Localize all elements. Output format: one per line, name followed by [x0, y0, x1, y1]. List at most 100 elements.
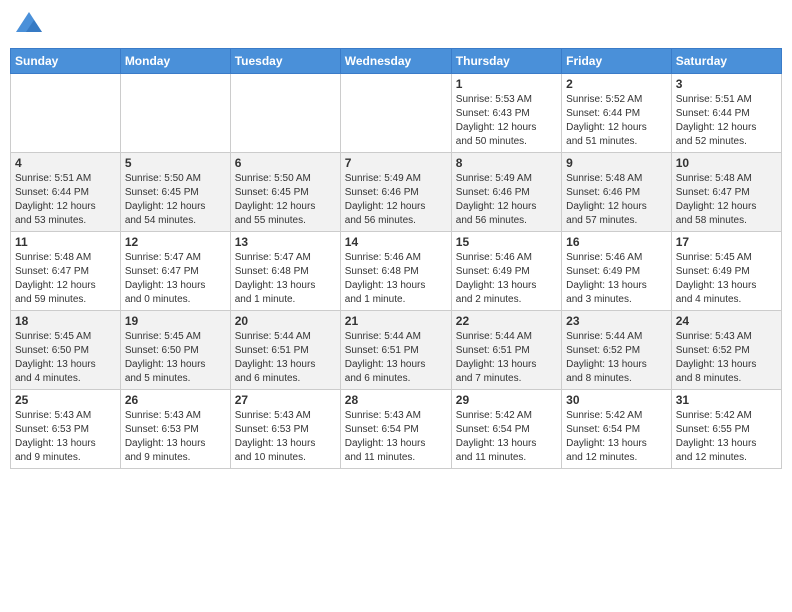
day-number: 28 [345, 393, 447, 407]
day-number: 11 [15, 235, 116, 249]
page-header [10, 10, 782, 40]
calendar-day-cell: 5 Sunrise: 5:50 AM Sunset: 6:45 PM Daylig… [120, 153, 230, 232]
day-info: Sunrise: 5:46 AM Sunset: 6:49 PM Dayligh… [456, 251, 557, 307]
calendar-day-cell: 21 Sunrise: 5:44 AM Sunset: 6:51 PM Dayli… [340, 311, 451, 390]
day-number: 30 [566, 393, 667, 407]
day-info: Sunrise: 5:43 AM Sunset: 6:52 PM Dayligh… [676, 330, 777, 386]
logo-icon [14, 10, 44, 40]
calendar-day-cell: 7 Sunrise: 5:49 AM Sunset: 6:46 PM Daylig… [340, 153, 451, 232]
day-info: Sunrise: 5:44 AM Sunset: 6:52 PM Dayligh… [566, 330, 667, 386]
calendar-day-cell: 28 Sunrise: 5:43 AM Sunset: 6:54 PM Dayli… [340, 390, 451, 469]
day-info: Sunrise: 5:52 AM Sunset: 6:44 PM Dayligh… [566, 93, 667, 149]
calendar-day-cell: 15 Sunrise: 5:46 AM Sunset: 6:49 PM Dayli… [451, 232, 561, 311]
day-info: Sunrise: 5:46 AM Sunset: 6:48 PM Dayligh… [345, 251, 447, 307]
calendar-day-cell: 23 Sunrise: 5:44 AM Sunset: 6:52 PM Dayli… [562, 311, 672, 390]
day-info: Sunrise: 5:43 AM Sunset: 6:53 PM Dayligh… [125, 409, 226, 465]
weekday-header-wednesday: Wednesday [340, 49, 451, 74]
calendar-day-cell: 2 Sunrise: 5:52 AM Sunset: 6:44 PM Daylig… [562, 74, 672, 153]
logo [14, 10, 48, 40]
calendar-day-cell: 6 Sunrise: 5:50 AM Sunset: 6:45 PM Daylig… [230, 153, 340, 232]
day-info: Sunrise: 5:42 AM Sunset: 6:54 PM Dayligh… [456, 409, 557, 465]
day-number: 18 [15, 314, 116, 328]
calendar-week-5: 25 Sunrise: 5:43 AM Sunset: 6:53 PM Dayli… [11, 390, 782, 469]
day-info: Sunrise: 5:49 AM Sunset: 6:46 PM Dayligh… [345, 172, 447, 228]
day-info: Sunrise: 5:51 AM Sunset: 6:44 PM Dayligh… [676, 93, 777, 149]
day-info: Sunrise: 5:42 AM Sunset: 6:54 PM Dayligh… [566, 409, 667, 465]
calendar-week-3: 11 Sunrise: 5:48 AM Sunset: 6:47 PM Dayli… [11, 232, 782, 311]
day-number: 26 [125, 393, 226, 407]
day-number: 10 [676, 156, 777, 170]
calendar-day-cell: 3 Sunrise: 5:51 AM Sunset: 6:44 PM Daylig… [671, 74, 781, 153]
calendar-day-cell: 9 Sunrise: 5:48 AM Sunset: 6:46 PM Daylig… [562, 153, 672, 232]
day-number: 5 [125, 156, 226, 170]
day-number: 14 [345, 235, 447, 249]
day-number: 8 [456, 156, 557, 170]
day-info: Sunrise: 5:43 AM Sunset: 6:53 PM Dayligh… [15, 409, 116, 465]
calendar-week-2: 4Sunrise: 5:51 AM Sunset: 6:44 PM Daylig… [11, 153, 782, 232]
calendar-day-cell: 4Sunrise: 5:51 AM Sunset: 6:44 PM Daylig… [11, 153, 121, 232]
day-number: 24 [676, 314, 777, 328]
day-number: 12 [125, 235, 226, 249]
day-number: 15 [456, 235, 557, 249]
day-number: 23 [566, 314, 667, 328]
calendar-day-cell: 10 Sunrise: 5:48 AM Sunset: 6:47 PM Dayli… [671, 153, 781, 232]
day-info: Sunrise: 5:44 AM Sunset: 6:51 PM Dayligh… [345, 330, 447, 386]
weekday-header-saturday: Saturday [671, 49, 781, 74]
day-number: 21 [345, 314, 447, 328]
day-info: Sunrise: 5:48 AM Sunset: 6:47 PM Dayligh… [676, 172, 777, 228]
weekday-header-friday: Friday [562, 49, 672, 74]
weekday-header-tuesday: Tuesday [230, 49, 340, 74]
calendar-day-cell: 13 Sunrise: 5:47 AM Sunset: 6:48 PM Dayli… [230, 232, 340, 311]
day-info: Sunrise: 5:48 AM Sunset: 6:46 PM Dayligh… [566, 172, 667, 228]
weekday-header-monday: Monday [120, 49, 230, 74]
day-number: 13 [235, 235, 336, 249]
calendar-day-cell: 18 Sunrise: 5:45 AM Sunset: 6:50 PM Dayli… [11, 311, 121, 390]
day-number: 2 [566, 77, 667, 91]
day-info: Sunrise: 5:47 AM Sunset: 6:48 PM Dayligh… [235, 251, 336, 307]
calendar-day-cell: 22Sunrise: 5:44 AM Sunset: 6:51 PM Dayli… [451, 311, 561, 390]
day-number: 29 [456, 393, 557, 407]
calendar-day-cell: 31 Sunrise: 5:42 AM Sunset: 6:55 PM Dayli… [671, 390, 781, 469]
calendar-day-cell: 1Sunrise: 5:53 AM Sunset: 6:43 PM Daylig… [451, 74, 561, 153]
calendar-day-cell: 29 Sunrise: 5:42 AM Sunset: 6:54 PM Dayli… [451, 390, 561, 469]
calendar-week-4: 18 Sunrise: 5:45 AM Sunset: 6:50 PM Dayli… [11, 311, 782, 390]
day-number: 4 [15, 156, 116, 170]
day-info: Sunrise: 5:46 AM Sunset: 6:49 PM Dayligh… [566, 251, 667, 307]
calendar-day-cell: 17Sunrise: 5:45 AM Sunset: 6:49 PM Dayli… [671, 232, 781, 311]
day-info: Sunrise: 5:44 AM Sunset: 6:51 PM Dayligh… [235, 330, 336, 386]
weekday-header-thursday: Thursday [451, 49, 561, 74]
calendar-day-cell [340, 74, 451, 153]
day-number: 6 [235, 156, 336, 170]
day-info: Sunrise: 5:43 AM Sunset: 6:53 PM Dayligh… [235, 409, 336, 465]
day-number: 27 [235, 393, 336, 407]
calendar-week-1: 1Sunrise: 5:53 AM Sunset: 6:43 PM Daylig… [11, 74, 782, 153]
day-info: Sunrise: 5:49 AM Sunset: 6:46 PM Dayligh… [456, 172, 557, 228]
calendar-day-cell [230, 74, 340, 153]
calendar-day-cell: 27 Sunrise: 5:43 AM Sunset: 6:53 PM Dayli… [230, 390, 340, 469]
day-info: Sunrise: 5:48 AM Sunset: 6:47 PM Dayligh… [15, 251, 116, 307]
day-number: 3 [676, 77, 777, 91]
day-number: 25 [15, 393, 116, 407]
day-number: 9 [566, 156, 667, 170]
day-info: Sunrise: 5:43 AM Sunset: 6:54 PM Dayligh… [345, 409, 447, 465]
day-info: Sunrise: 5:42 AM Sunset: 6:55 PM Dayligh… [676, 409, 777, 465]
day-number: 31 [676, 393, 777, 407]
day-info: Sunrise: 5:45 AM Sunset: 6:50 PM Dayligh… [15, 330, 116, 386]
calendar-day-cell: 16Sunrise: 5:46 AM Sunset: 6:49 PM Dayli… [562, 232, 672, 311]
calendar-day-cell: 8 Sunrise: 5:49 AM Sunset: 6:46 PM Daylig… [451, 153, 561, 232]
calendar-day-cell: 20Sunrise: 5:44 AM Sunset: 6:51 PM Dayli… [230, 311, 340, 390]
calendar-day-cell: 11 Sunrise: 5:48 AM Sunset: 6:47 PM Dayli… [11, 232, 121, 311]
calendar-day-cell: 24 Sunrise: 5:43 AM Sunset: 6:52 PM Dayli… [671, 311, 781, 390]
day-number: 17 [676, 235, 777, 249]
calendar-day-cell: 19Sunrise: 5:45 AM Sunset: 6:50 PM Dayli… [120, 311, 230, 390]
day-number: 7 [345, 156, 447, 170]
calendar-day-cell: 14 Sunrise: 5:46 AM Sunset: 6:48 PM Dayli… [340, 232, 451, 311]
calendar-day-cell: 30 Sunrise: 5:42 AM Sunset: 6:54 PM Dayli… [562, 390, 672, 469]
day-info: Sunrise: 5:50 AM Sunset: 6:45 PM Dayligh… [235, 172, 336, 228]
calendar-day-cell: 12 Sunrise: 5:47 AM Sunset: 6:47 PM Dayli… [120, 232, 230, 311]
day-info: Sunrise: 5:47 AM Sunset: 6:47 PM Dayligh… [125, 251, 226, 307]
calendar-day-cell: 26 Sunrise: 5:43 AM Sunset: 6:53 PM Dayli… [120, 390, 230, 469]
calendar-day-cell [120, 74, 230, 153]
day-info: Sunrise: 5:50 AM Sunset: 6:45 PM Dayligh… [125, 172, 226, 228]
day-number: 22 [456, 314, 557, 328]
